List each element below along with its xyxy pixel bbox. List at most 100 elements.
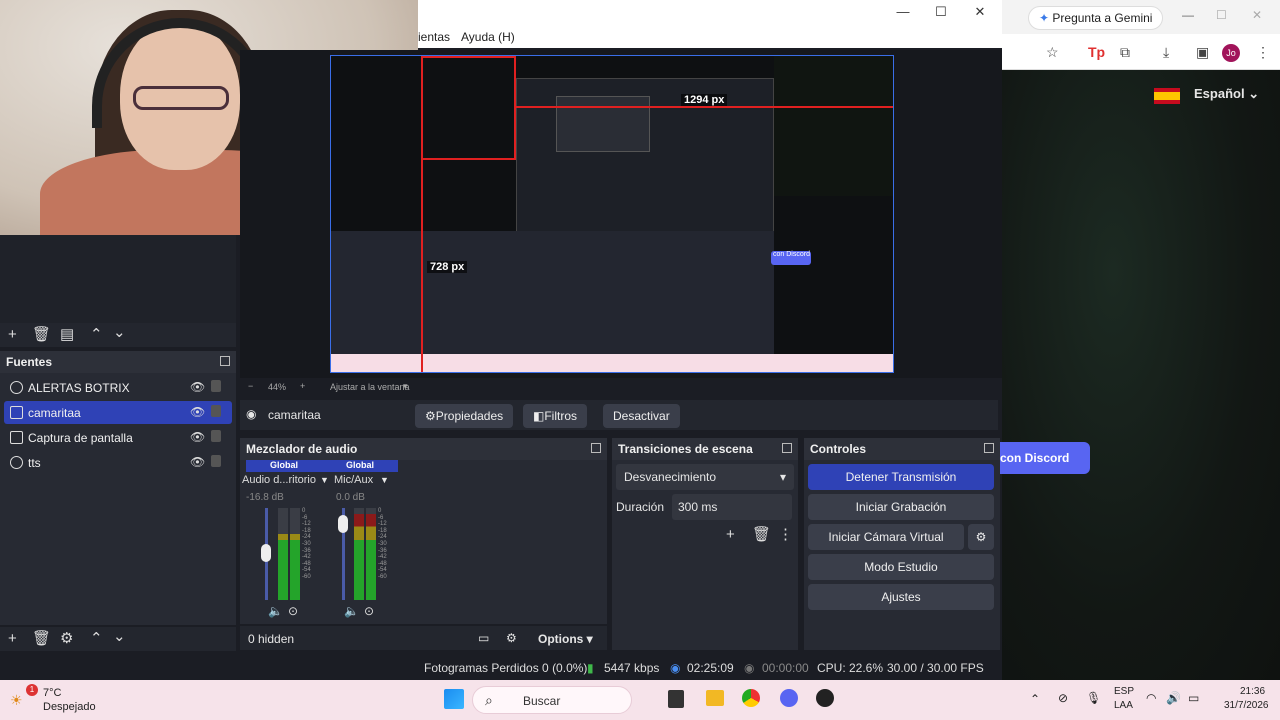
- avatar[interactable]: Jo: [1222, 44, 1240, 62]
- chevron-down-icon[interactable]: ▾: [403, 381, 408, 392]
- lock-icon[interactable]: [211, 430, 221, 442]
- input-language-sub[interactable]: LAA: [1114, 700, 1133, 711]
- close-button[interactable]: ✕: [1252, 8, 1262, 22]
- menu-icon[interactable]: ⋮: [1256, 44, 1270, 61]
- add-transition-button[interactable]: +: [726, 526, 735, 544]
- star-icon[interactable]: ☆: [1046, 44, 1059, 61]
- undock-icon[interactable]: [591, 443, 601, 453]
- network-off-icon[interactable]: ⊘: [1058, 691, 1068, 705]
- source-label: ALERTAS BOTRIX: [28, 381, 130, 395]
- windows-start-icon[interactable]: [444, 689, 464, 709]
- app-icon[interactable]: [668, 690, 684, 708]
- eye-icon[interactable]: 👁: [190, 405, 205, 419]
- puzzle-icon[interactable]: ⧉: [1120, 44, 1130, 61]
- start-virtual-camera-button[interactable]: Iniciar Cámara Virtual: [808, 524, 964, 550]
- channel-name: Audio d...ritorio: [242, 474, 316, 486]
- chevron-down-icon[interactable]: ▼: [320, 475, 329, 485]
- chevron-down-icon[interactable]: ▼: [380, 475, 389, 485]
- duration-input[interactable]: 300 ms: [672, 494, 792, 520]
- weather-desc[interactable]: Despejado: [43, 701, 96, 713]
- layout-icon[interactable]: ▭: [478, 631, 489, 645]
- weather-icon[interactable]: ☀: [10, 692, 23, 709]
- volume-icon[interactable]: 🔊: [1166, 691, 1181, 705]
- transition-select[interactable]: Desvanecimiento ▾: [616, 464, 794, 490]
- zoom-in-button[interactable]: +: [300, 381, 305, 391]
- gemini-label: Pregunta a Gemini: [1052, 11, 1153, 25]
- chevron-up-icon[interactable]: ⌃: [90, 630, 103, 648]
- trash-icon[interactable]: 🗑: [752, 526, 771, 544]
- undock-icon[interactable]: [984, 443, 994, 453]
- microphone-icon[interactable]: 🎙: [1086, 691, 1101, 705]
- zoom-out-button[interactable]: −: [248, 381, 253, 391]
- properties-button[interactable]: ⚙Propiedades: [415, 404, 514, 428]
- eye-icon[interactable]: 👁: [190, 455, 205, 469]
- minimize-button[interactable]: —: [888, 4, 918, 22]
- chrome-icon[interactable]: [742, 689, 760, 707]
- more-icon[interactable]: ⋮: [778, 526, 793, 544]
- input-language[interactable]: ESP: [1114, 686, 1134, 697]
- menu-help[interactable]: Ayuda (H): [461, 30, 515, 44]
- mixer-options[interactable]: Options ▾: [538, 632, 593, 646]
- download-icon[interactable]: ⤓: [1163, 44, 1169, 61]
- trash-icon[interactable]: 🗑: [32, 326, 51, 344]
- virtual-camera-settings[interactable]: ⚙: [968, 524, 994, 550]
- source-item-alertas[interactable]: ALERTAS BOTRIX 👁: [4, 376, 232, 399]
- wifi-icon[interactable]: ◠: [1146, 691, 1156, 705]
- extension-icon[interactable]: Tp: [1088, 44, 1105, 60]
- language-select[interactable]: Español ⌄: [1194, 86, 1259, 102]
- taskbar-search[interactable]: ⌕ Buscar: [472, 686, 632, 714]
- eye-icon[interactable]: 👁: [190, 430, 205, 444]
- stop-stream-button[interactable]: Detener Transmisión: [808, 464, 994, 490]
- lock-icon[interactable]: [211, 405, 221, 417]
- speaker-icon[interactable]: 🔈: [344, 604, 359, 618]
- stream-time: 02:25:09: [687, 661, 734, 675]
- discord-login-button[interactable]: con Discord: [1000, 442, 1090, 474]
- undock-icon[interactable]: [220, 356, 230, 366]
- maximize-button[interactable]: ☐: [926, 4, 956, 22]
- chevron-down-icon[interactable]: ⌄: [113, 324, 126, 342]
- discord-icon[interactable]: [780, 689, 798, 707]
- gear-icon[interactable]: ⚙: [60, 630, 73, 648]
- menu-tools[interactable]: ientas: [418, 30, 450, 44]
- battery-icon[interactable]: ▭: [1188, 691, 1199, 705]
- source-item-tts[interactable]: tts 👁: [4, 451, 232, 474]
- minimize-button[interactable]: —: [1182, 8, 1194, 22]
- headphones-icon[interactable]: ⊙: [288, 604, 298, 618]
- trash-icon[interactable]: 🗑: [32, 630, 51, 648]
- obs-icon[interactable]: [816, 689, 834, 707]
- add-scene-button[interactable]: +: [8, 326, 17, 344]
- lock-icon[interactable]: [211, 380, 221, 392]
- deactivate-button[interactable]: Desactivar: [603, 404, 680, 428]
- close-button[interactable]: ✕: [965, 4, 995, 22]
- camera-icon: [10, 406, 23, 419]
- speaker-icon[interactable]: 🔈: [268, 604, 283, 618]
- eye-icon[interactable]: 👁: [190, 380, 205, 394]
- settings-button[interactable]: Ajustes: [808, 584, 994, 610]
- gear-icon[interactable]: ⚙: [506, 631, 517, 645]
- source-item-camaritaa[interactable]: camaritaa 👁: [4, 401, 232, 424]
- clock-time[interactable]: 21:36: [1240, 686, 1265, 697]
- chevron-down-icon[interactable]: ⌄: [113, 628, 126, 646]
- source-item-captura[interactable]: Captura de pantalla 👁: [4, 426, 232, 449]
- headphones-icon[interactable]: ⊙: [364, 604, 374, 618]
- add-source-button[interactable]: +: [8, 630, 17, 648]
- fader-knob[interactable]: [338, 515, 348, 534]
- maximize-button[interactable]: ☐: [1216, 8, 1227, 22]
- clock-date[interactable]: 31/7/2026: [1224, 700, 1269, 711]
- stream-preview[interactable]: 1294 px 728 px con Discord: [330, 55, 894, 373]
- studio-mode-button[interactable]: Modo Estudio: [808, 554, 994, 580]
- chevron-up-icon[interactable]: ⌃: [1030, 692, 1040, 706]
- fader-knob[interactable]: [261, 543, 271, 562]
- undock-icon[interactable]: [782, 443, 792, 453]
- folder-icon[interactable]: [706, 690, 724, 706]
- source-context-bar: ◉ camaritaa ⚙Propiedades ◧Filtros Desact…: [240, 400, 998, 430]
- chevron-up-icon[interactable]: ⌃: [90, 326, 103, 344]
- sidebar-icon[interactable]: ▣: [1196, 44, 1209, 61]
- filters-button[interactable]: ◧Filtros: [523, 404, 588, 428]
- fit-to-window[interactable]: Ajustar a la ventana: [330, 382, 410, 392]
- filter-icon[interactable]: ▤: [60, 326, 74, 344]
- weather-temp[interactable]: 7°C: [43, 687, 61, 699]
- lock-icon[interactable]: [211, 455, 221, 467]
- gemini-button[interactable]: ✦ Pregunta a Gemini: [1028, 6, 1164, 30]
- start-recording-button[interactable]: Iniciar Grabación: [808, 494, 994, 520]
